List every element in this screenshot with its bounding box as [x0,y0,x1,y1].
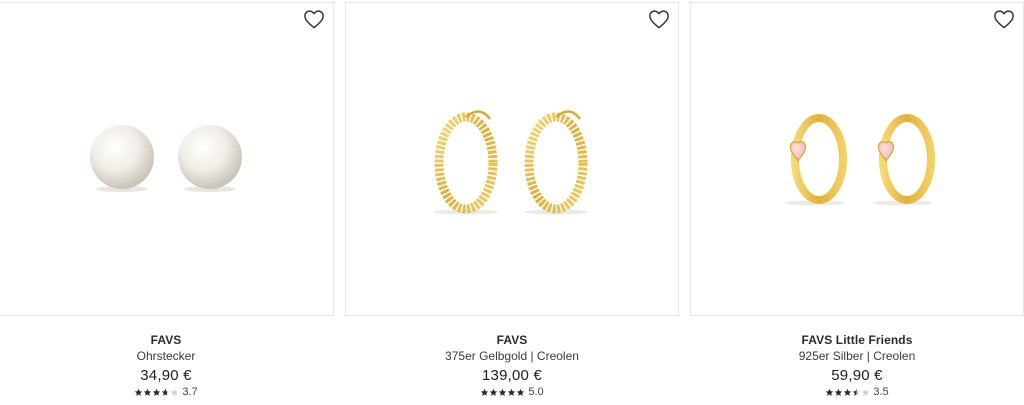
rating-stars [134,388,179,397]
product-card[interactable]: FAVS Ohrstecker 34,90 € 3.7 [0,0,334,405]
rating-stars [480,388,525,397]
pearl-stud-earrings-image [0,3,333,315]
product-image-box[interactable] [345,2,679,316]
star-icon [152,388,161,397]
star-icon [516,388,525,397]
star-icon [861,388,870,397]
star-icon [480,388,489,397]
wishlist-heart-icon[interactable] [648,9,670,29]
product-brand[interactable]: FAVS [345,332,679,348]
product-brand[interactable]: FAVS Little Friends [690,332,1024,348]
product-rating: 5.0 [345,386,679,398]
product-subtitle[interactable]: Ohrstecker [0,349,334,364]
star-icon [170,388,179,397]
star-icon [143,388,152,397]
star-icon [507,388,516,397]
wishlist-heart-icon[interactable] [303,9,325,29]
star-icon [843,388,852,397]
product-price: 34,90 € [140,367,192,384]
rating-stars [825,388,870,397]
star-icon [825,388,834,397]
star-icon [852,388,861,397]
rating-value: 5.0 [528,386,544,398]
star-icon [161,388,170,397]
rating-value: 3.5 [873,386,889,398]
rating-value: 3.7 [182,386,198,398]
product-card[interactable]: FAVS 375er Gelbgold | Creolen 139,00 € 5… [345,0,679,405]
product-rating: 3.5 [690,386,1024,398]
product-image-box[interactable] [690,2,1024,316]
star-icon [834,388,843,397]
star-icon [134,388,143,397]
product-image-box[interactable] [0,2,334,316]
product-price: 139,00 € [482,367,542,384]
star-icon [498,388,507,397]
wishlist-heart-icon[interactable] [993,9,1015,29]
product-price: 59,90 € [831,367,883,384]
gold-hoop-earrings-image [346,3,678,315]
gold-huggie-heart-earrings-image [691,3,1023,315]
product-card[interactable]: FAVS Little Friends 925er Silber | Creol… [690,0,1024,405]
star-icon [489,388,498,397]
product-subtitle[interactable]: 375er Gelbgold | Creolen [345,349,679,364]
product-rating: 3.7 [0,386,334,398]
product-subtitle[interactable]: 925er Silber | Creolen [690,349,1024,364]
product-brand[interactable]: FAVS [0,332,334,348]
